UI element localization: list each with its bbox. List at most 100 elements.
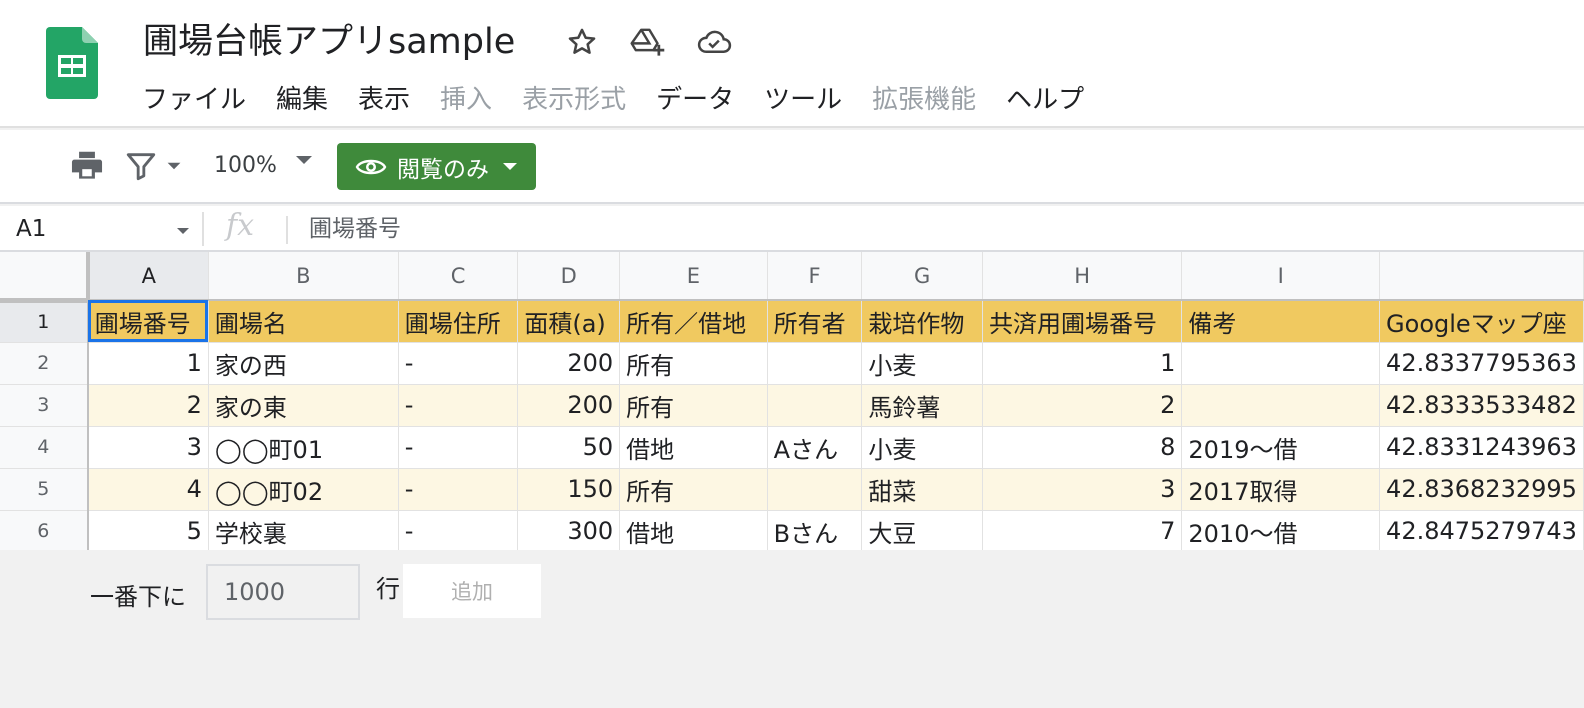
menu-item[interactable]: 編集 <box>276 80 328 120</box>
table-cell[interactable]: 所有 <box>619 342 768 385</box>
sheets-logo-icon[interactable] <box>46 27 98 99</box>
row-header[interactable]: 1 <box>0 300 89 343</box>
column-header[interactable]: G <box>861 252 983 301</box>
table-cell[interactable]: 甜菜 <box>861 468 983 511</box>
add-rows-count-input[interactable]: 1000 <box>206 564 360 620</box>
header-cell[interactable]: 共済用圃場番号 <box>982 300 1183 343</box>
table-cell[interactable]: 小麦 <box>861 426 983 469</box>
table-cell[interactable]: 200 <box>517 384 621 427</box>
table-cell[interactable]: 5 <box>87 510 209 550</box>
table-cell[interactable]: 2 <box>982 384 1183 427</box>
document-title[interactable]: 圃場台帳アプリsample <box>143 18 515 66</box>
table-cell[interactable]: 42.8337795363 <box>1379 342 1584 385</box>
table-cell[interactable]: 2019〜借 <box>1181 426 1381 469</box>
filter-dropdown-icon[interactable] <box>166 146 182 186</box>
table-cell[interactable]: 200 <box>517 342 621 385</box>
table-cell[interactable]: 所有 <box>619 468 768 511</box>
table-cell[interactable]: 家の西 <box>208 342 399 385</box>
row-header[interactable]: 6 <box>0 510 89 550</box>
table-cell[interactable] <box>1181 342 1381 385</box>
table-cell[interactable]: ◯◯町01 <box>208 426 399 469</box>
table-cell[interactable]: 3 <box>982 468 1183 511</box>
header-cell[interactable]: 所有者 <box>767 300 863 343</box>
table-cell[interactable]: 小麦 <box>861 342 983 385</box>
table-cell[interactable]: - <box>398 426 519 469</box>
column-header[interactable] <box>1379 252 1584 301</box>
cloud-saved-icon[interactable] <box>694 22 734 62</box>
filter-icon[interactable] <box>124 146 158 186</box>
name-box[interactable]: A1 <box>16 212 46 246</box>
header-cell[interactable]: 面積(a) <box>517 300 621 343</box>
table-cell[interactable]: 1 <box>982 342 1183 385</box>
table-cell[interactable]: 4 <box>87 468 209 511</box>
table-cell[interactable]: 300 <box>517 510 621 550</box>
formula-input[interactable]: 圃場番号 <box>309 212 401 246</box>
table-cell[interactable]: 馬鈴薯 <box>861 384 983 427</box>
column-header[interactable]: F <box>767 252 863 301</box>
menu-item[interactable]: 表示 <box>358 80 410 120</box>
header-cell[interactable]: 圃場番号 <box>87 300 209 343</box>
header-cell[interactable]: 備考 <box>1181 300 1381 343</box>
menu-item[interactable]: ヘルプ <box>1006 80 1084 120</box>
row-header[interactable]: 3 <box>0 384 89 427</box>
select-all-corner[interactable] <box>0 252 90 303</box>
view-only-button[interactable]: 閲覧のみ <box>337 143 536 190</box>
zoom-dropdown-icon[interactable] <box>296 156 312 164</box>
row-header[interactable]: 4 <box>0 426 89 469</box>
column-header[interactable]: A <box>87 252 209 301</box>
table-cell[interactable]: 7 <box>982 510 1183 550</box>
table-cell[interactable] <box>1181 384 1381 427</box>
table-cell[interactable]: - <box>398 384 519 427</box>
table-cell[interactable]: 2017取得 <box>1181 468 1381 511</box>
table-cell[interactable]: 42.8333533482 <box>1379 384 1584 427</box>
table-cell[interactable]: 借地 <box>619 426 768 469</box>
table-cell[interactable]: 150 <box>517 468 621 511</box>
column-header[interactable]: E <box>619 252 768 301</box>
table-cell[interactable]: - <box>398 510 519 550</box>
column-header[interactable]: C <box>398 252 519 301</box>
header-cell[interactable]: 所有／借地 <box>619 300 768 343</box>
drive-add-icon[interactable] <box>628 22 668 62</box>
header-cell[interactable]: Googleマップ座 <box>1379 300 1584 343</box>
menu-item[interactable]: ファイル <box>142 80 246 120</box>
table-cell[interactable]: - <box>398 342 519 385</box>
table-cell[interactable]: 1 <box>87 342 209 385</box>
table-cell[interactable]: - <box>398 468 519 511</box>
table-cell[interactable]: 家の東 <box>208 384 399 427</box>
header-cell[interactable]: 栽培作物 <box>861 300 983 343</box>
table-cell[interactable]: Aさん <box>767 426 863 469</box>
table-cell[interactable]: 所有 <box>619 384 768 427</box>
table-cell[interactable]: 50 <box>517 426 621 469</box>
add-rows-button[interactable]: 追加 <box>403 564 541 618</box>
table-cell[interactable]: 3 <box>87 426 209 469</box>
table-cell[interactable]: 42.8368232995 <box>1379 468 1584 511</box>
menu-item[interactable]: データ <box>656 80 734 120</box>
column-header[interactable]: B <box>208 252 399 301</box>
header-cell[interactable]: 圃場名 <box>208 300 399 343</box>
table-cell[interactable]: 2010〜借 <box>1181 510 1381 550</box>
menu-item[interactable]: ツール <box>764 80 842 120</box>
table-cell[interactable]: 大豆 <box>861 510 983 550</box>
table-cell[interactable]: ◯◯町02 <box>208 468 399 511</box>
menu-item[interactable]: 拡張機能 <box>872 80 976 120</box>
table-cell[interactable]: 8 <box>982 426 1183 469</box>
zoom-select[interactable]: 100% <box>214 148 277 184</box>
table-cell[interactable]: 42.8331243963 <box>1379 426 1584 469</box>
table-cell[interactable] <box>767 384 863 427</box>
row-header[interactable]: 5 <box>0 468 89 511</box>
column-header[interactable]: I <box>1181 252 1381 301</box>
column-header[interactable]: D <box>517 252 621 301</box>
header-cell[interactable]: 圃場住所 <box>398 300 519 343</box>
table-cell[interactable]: Bさん <box>767 510 863 550</box>
menu-item[interactable]: 挿入 <box>440 80 492 120</box>
table-cell[interactable]: 42.8475279743 <box>1379 510 1584 550</box>
star-icon[interactable] <box>562 22 602 62</box>
table-cell[interactable] <box>767 342 863 385</box>
print-icon[interactable] <box>68 146 106 186</box>
table-cell[interactable]: 学校裏 <box>208 510 399 550</box>
row-header[interactable]: 2 <box>0 342 89 385</box>
menu-item[interactable]: 表示形式 <box>522 80 626 120</box>
table-cell[interactable]: 2 <box>87 384 209 427</box>
table-cell[interactable]: 借地 <box>619 510 768 550</box>
table-cell[interactable] <box>767 468 863 511</box>
